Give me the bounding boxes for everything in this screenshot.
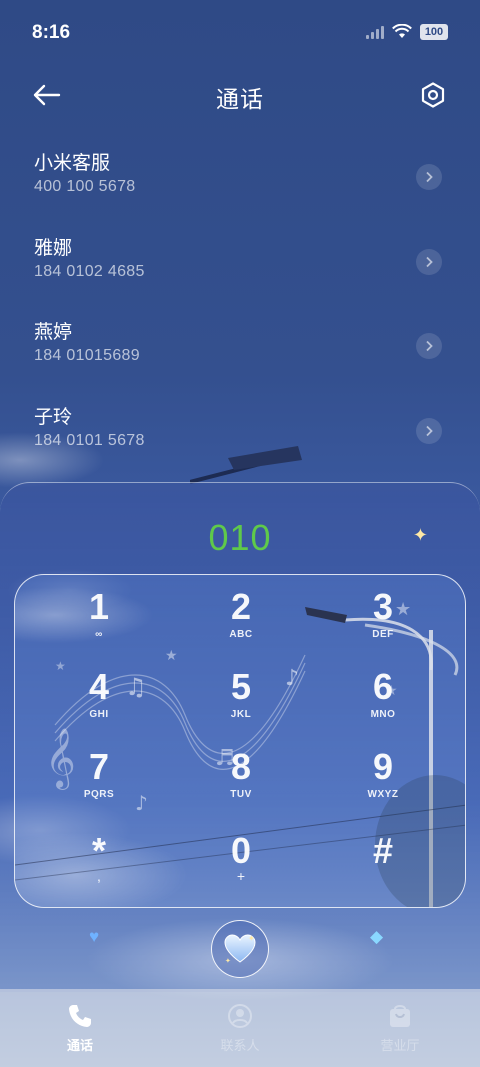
key-letters: JKL <box>230 709 252 720</box>
key-letters: GHI <box>89 709 109 720</box>
key-4[interactable]: 4 GHI <box>39 667 159 737</box>
status-bar: 8:16 100 <box>0 0 480 66</box>
key-digit: 0 <box>230 830 252 871</box>
detail-button[interactable] <box>416 248 442 275</box>
key-digit: 6 <box>372 666 394 707</box>
status-icons: 100 <box>366 24 448 40</box>
key-7[interactable]: 7 PQRS <box>39 747 159 817</box>
svg-text:✦: ✦ <box>225 957 231 965</box>
dialer-panel: 010 ✦ 𝄞 ♫ ♪ ♬ ♪ ★ ★ ★ ★ 1 ∞ 2 ABC 3 DEF … <box>0 482 480 992</box>
contact-number: 400 100 5678 <box>34 178 136 195</box>
dial-number-display[interactable]: 010 <box>0 517 480 559</box>
header: 通话 <box>0 70 480 120</box>
contact-name: 子玲 <box>34 406 73 428</box>
chevron-right-icon <box>426 171 433 183</box>
bottom-tab-bar: 通话 联系人 营业厅 <box>0 989 480 1067</box>
key-sub: + <box>236 868 246 884</box>
key-hash[interactable]: # <box>323 831 443 901</box>
key-1[interactable]: 1 ∞ <box>39 587 159 657</box>
key-letters: DEF <box>372 629 394 640</box>
key-digit: 9 <box>372 746 394 787</box>
call-button[interactable]: ✦ ✦ <box>211 920 269 978</box>
key-letters: WXYZ <box>367 789 399 800</box>
key-digit: 7 <box>88 746 110 787</box>
key-digit: 1 <box>88 586 110 627</box>
contact-number: 184 01015689 <box>34 347 140 364</box>
key-sub: , <box>97 868 101 884</box>
tab-label: 通话 <box>66 1038 93 1053</box>
recent-call-item[interactable]: 雅娜 184 0102 4685 <box>0 223 480 308</box>
key-5[interactable]: 5 JKL <box>181 667 301 737</box>
diamond-icon[interactable]: ◆ <box>370 927 383 947</box>
tab-label: 联系人 <box>220 1038 260 1053</box>
key-0[interactable]: 0 + <box>181 831 301 901</box>
voicemail-icon: ∞ <box>95 629 103 640</box>
heart-call-icon: ✦ ✦ <box>224 934 256 965</box>
detail-button[interactable] <box>416 417 442 444</box>
key-letters: TUV <box>230 789 252 800</box>
key-8[interactable]: 8 TUV <box>181 747 301 817</box>
key-6[interactable]: 6 MNO <box>323 667 443 737</box>
shopping-bag-icon <box>390 1005 410 1027</box>
tab-contacts[interactable]: 联系人 <box>160 989 320 1067</box>
recent-call-item[interactable]: 小米客服 400 100 5678 <box>0 138 480 223</box>
contact-name: 小米客服 <box>34 153 111 174</box>
chevron-right-icon <box>426 340 433 352</box>
sparkle-star-icon[interactable]: ✦ <box>413 525 428 546</box>
detail-button[interactable] <box>416 333 442 359</box>
phone-icon <box>69 1005 91 1027</box>
contact-person-icon <box>228 1004 252 1028</box>
key-digit: 4 <box>88 666 110 707</box>
recent-calls-list: 小米客服 400 100 5678 雅娜 184 0102 4685 燕婷 18… <box>0 138 480 476</box>
key-letters: ABC <box>229 629 253 640</box>
recent-call-item[interactable]: 燕婷 184 01015689 <box>0 307 480 392</box>
key-digit: 2 <box>230 586 252 627</box>
blue-heart-icon[interactable]: ♥ <box>89 927 99 947</box>
tab-label: 营业厅 <box>380 1038 420 1053</box>
tab-service-hall[interactable]: 营业厅 <box>320 989 480 1067</box>
key-digit: * <box>91 830 106 871</box>
key-9[interactable]: 9 WXYZ <box>323 747 443 817</box>
status-time: 8:16 <box>32 22 71 43</box>
settings-button[interactable] <box>416 78 450 112</box>
keypad: 𝄞 ♫ ♪ ♬ ♪ ★ ★ ★ ★ 1 ∞ 2 ABC 3 DEF 4 GHI … <box>14 574 466 908</box>
key-letters: PQRS <box>83 789 115 800</box>
key-digit: # <box>372 830 394 871</box>
svg-text:✦: ✦ <box>248 934 255 943</box>
hexagon-gear-icon <box>421 82 445 108</box>
key-star[interactable]: * , <box>39 831 159 901</box>
key-digit: 3 <box>372 586 394 627</box>
svg-text:★: ★ <box>165 648 178 664</box>
key-2[interactable]: 2 ABC <box>181 587 301 657</box>
chevron-right-icon <box>426 256 433 267</box>
page-title: 通话 <box>216 86 264 112</box>
contact-name: 燕婷 <box>34 322 73 343</box>
key-digit: 8 <box>230 746 252 787</box>
key-digit: 5 <box>230 666 252 707</box>
battery-indicator: 100 <box>420 24 448 40</box>
signal-icon <box>366 25 384 39</box>
key-3[interactable]: 3 DEF <box>323 587 443 657</box>
tab-calls[interactable]: 通话 <box>0 989 160 1067</box>
key-letters: MNO <box>370 709 396 720</box>
wifi-icon <box>392 24 412 38</box>
detail-button[interactable] <box>416 164 442 190</box>
contact-name: 雅娜 <box>34 237 73 259</box>
contact-number: 184 0102 4685 <box>34 262 145 280</box>
chevron-right-icon <box>426 425 433 436</box>
